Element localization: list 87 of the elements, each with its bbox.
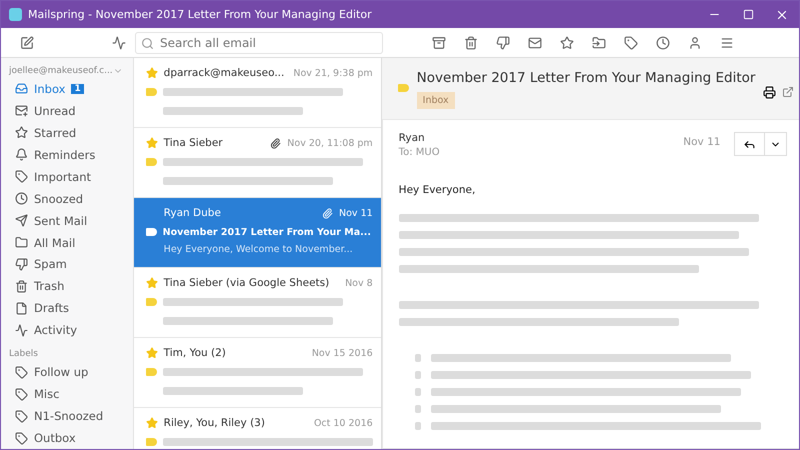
message-item[interactable]: Tim, You (2) Nov 15 2016 xyxy=(134,338,381,408)
app-logo-icon xyxy=(9,8,22,21)
print-button[interactable] xyxy=(763,86,776,99)
message-date: Nov 20, 11:08 pm xyxy=(287,138,373,148)
message-date: Nov 21, 9:38 pm xyxy=(293,68,373,78)
sender-name: Ryan xyxy=(398,132,426,144)
window-title: Mailspring - November 2017 Letter From Your Managing Editor xyxy=(28,8,373,21)
email-date: Nov 11 xyxy=(683,136,720,148)
trash-icon xyxy=(15,280,28,293)
sidebar-item[interactable]: Misc xyxy=(9,383,133,406)
sidebar-item[interactable]: All Mail xyxy=(9,232,133,254)
popout-button[interactable] xyxy=(782,86,794,98)
message-subject: November 2017 Letter From Your Ma... xyxy=(162,226,371,238)
sidebar-item[interactable]: Trash xyxy=(9,275,133,298)
sidebar-item[interactable]: N1-Snoozed xyxy=(9,405,133,428)
menu-icon xyxy=(720,36,734,50)
sender-name: Ryan Dube xyxy=(164,207,222,219)
message-item[interactable]: Tina Sieber (via Google Sheets) Nov 8 xyxy=(134,268,381,338)
sender-name: Riley, You, Riley (3) xyxy=(164,417,266,429)
pen-square-icon xyxy=(20,36,34,50)
thumbs-down-icon xyxy=(496,36,510,50)
sidebar-item[interactable]: Reminders xyxy=(9,144,133,166)
message-date: Nov 8 xyxy=(345,278,373,288)
tag-icon xyxy=(624,36,638,50)
tag-icon xyxy=(15,366,28,379)
star-icon xyxy=(560,36,574,50)
folder-icon xyxy=(15,236,28,250)
label-tag-icon xyxy=(146,88,157,96)
sender-name: dparrack@makeuseo... xyxy=(164,67,286,79)
label-tag-icon xyxy=(146,438,157,446)
unread-count-badge: 1 xyxy=(71,84,84,94)
label-tag-icon xyxy=(398,84,409,92)
email-greeting: Hey Everyone, xyxy=(398,184,476,196)
message-date: Nov 11 xyxy=(339,208,373,218)
sidebar-item[interactable]: Snoozed xyxy=(9,188,133,210)
message-item[interactable]: Riley, You, Riley (3) Oct 10 2016 xyxy=(134,408,381,449)
clock-icon xyxy=(15,192,28,206)
sidebar-item[interactable]: Outbox xyxy=(9,427,133,449)
sender-name: Tina Sieber (via Google Sheets) xyxy=(164,277,330,289)
sidebar-item[interactable]: Unread xyxy=(9,100,133,122)
file-icon xyxy=(15,302,28,315)
message-snippet: Hey Everyone, Welcome to November... xyxy=(162,244,353,255)
pulse-icon xyxy=(112,36,126,50)
clock-icon xyxy=(656,36,670,50)
envelope-icon xyxy=(528,36,542,50)
sidebar-item[interactable]: Important xyxy=(9,166,133,188)
paper-plane-icon xyxy=(15,214,28,228)
archive-icon xyxy=(432,36,446,50)
sidebar-item[interactable]: Inbox 1 xyxy=(9,78,133,100)
email-subject: November 2017 Letter From Your Managing Editor xyxy=(416,70,756,86)
maximize-icon xyxy=(742,9,754,20)
sidebar-item[interactable]: Drafts xyxy=(9,297,133,320)
sidebar-item[interactable]: Activity xyxy=(9,319,133,342)
search-field[interactable]: Search all email xyxy=(135,32,383,54)
tag-icon xyxy=(15,170,28,184)
label-tag-icon xyxy=(146,298,157,306)
tag-icon xyxy=(15,388,28,401)
label-tag-icon xyxy=(146,228,157,236)
message-date: Oct 10 2016 xyxy=(314,418,373,428)
trash-icon xyxy=(464,36,478,50)
message-item[interactable]: Ryan Dube Nov 11 November 2017 Letter From Your Ma... Hey Everyone, Welcome to November... xyxy=(134,198,381,268)
sender-name: Tina Sieber xyxy=(164,137,224,149)
search-icon xyxy=(141,36,154,50)
envelope-icon xyxy=(15,104,28,118)
bell-icon xyxy=(15,148,28,162)
sidebar-item[interactable]: Follow up xyxy=(9,361,133,384)
pulse-icon xyxy=(15,324,28,337)
label-tag-icon xyxy=(146,368,157,376)
inbox-icon xyxy=(15,82,28,96)
tag-icon xyxy=(15,410,28,423)
tag-icon xyxy=(15,432,28,445)
label-tag-icon xyxy=(146,158,157,166)
sidebar-item[interactable]: Sent Mail xyxy=(9,210,133,232)
section-heading: Labels xyxy=(9,349,39,360)
recipient-text: To: MUO xyxy=(398,147,441,158)
thumbs-down-icon xyxy=(15,258,28,271)
sender-name: Tim, You (2) xyxy=(164,347,227,359)
person-icon xyxy=(688,36,702,50)
message-date: Nov 15 2016 xyxy=(312,348,373,358)
star-icon xyxy=(15,126,28,140)
sidebar-item[interactable]: Starred xyxy=(9,122,133,144)
folder-icon xyxy=(592,36,606,50)
account-email: joellee@makeuseof.c... xyxy=(9,66,113,76)
message-item[interactable]: dparrack@makeuseo... Nov 21, 9:38 pm xyxy=(134,58,381,128)
message-item[interactable]: Tina Sieber Nov 20, 11:08 pm xyxy=(134,128,381,198)
sidebar-item[interactable]: Spam xyxy=(9,254,133,276)
label-chip: Inbox xyxy=(416,92,455,109)
